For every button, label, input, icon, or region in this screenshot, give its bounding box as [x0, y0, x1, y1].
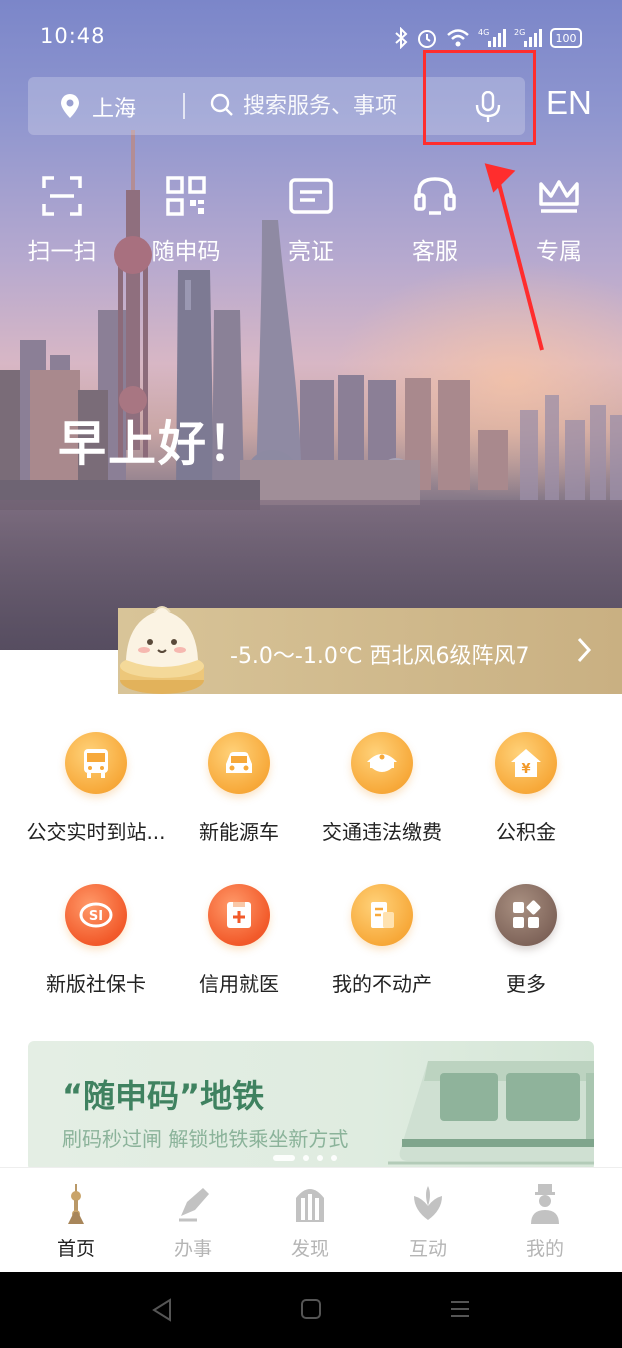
signal-2g-icon: 2G: [514, 28, 542, 47]
wifi-icon: [447, 29, 469, 47]
battery-indicator: 100: [550, 28, 582, 48]
soup-dumpling-mascot: [120, 606, 204, 694]
headset-icon: [414, 177, 456, 215]
chevron-right-icon: [577, 637, 592, 663]
net1-label: 4G: [478, 28, 489, 37]
service-housing-fund[interactable]: ¥ 公积金: [451, 732, 601, 845]
greeting-text: 早上好！: [58, 416, 259, 472]
status-time: 10:48: [40, 24, 106, 48]
quick-action-qr[interactable]: 随申码: [131, 176, 241, 266]
police-cap-icon: [351, 732, 413, 794]
metro-train-illustration: [388, 1061, 594, 1165]
quick-action-label: 客服: [412, 239, 458, 265]
quick-action-scan[interactable]: 扫一扫: [7, 176, 117, 266]
tab-label: 办事: [173, 1238, 212, 1260]
service-more[interactable]: 更多: [451, 884, 601, 997]
quick-action-exclusive[interactable]: 专属: [504, 176, 614, 266]
service-label: 新版社保卡: [46, 972, 146, 996]
pen-icon: [179, 1188, 209, 1222]
tab-label: 我的: [525, 1238, 564, 1260]
signal-4g-icon: 4G: [478, 28, 506, 47]
carousel-dot: [317, 1155, 323, 1161]
bus-icon: [65, 732, 127, 794]
service-new-energy-car[interactable]: 新能源车: [164, 732, 314, 845]
menu-icon[interactable]: [449, 1298, 471, 1320]
search-icon: [210, 93, 233, 116]
svg-text:SI: SI: [89, 909, 103, 924]
home-tower-icon: [68, 1184, 84, 1224]
service-credit-medical[interactable]: 信用就医: [164, 884, 314, 997]
profile-icon: [531, 1184, 559, 1224]
tab-label: 发现: [290, 1238, 329, 1260]
tab-label: 互动: [408, 1238, 447, 1260]
back-icon[interactable]: [150, 1298, 174, 1322]
service-traffic-fine[interactable]: 交通违法缴费: [307, 732, 457, 845]
social-security-icon: SI: [65, 884, 127, 946]
medical-icon: [208, 884, 270, 946]
app-screen: 10:48 4G 2G 100 上海 EN: [0, 0, 622, 1348]
tab-profile[interactable]: 我的: [495, 1184, 595, 1261]
hero-background: 10:48 4G 2G 100 上海 EN: [0, 0, 622, 650]
svg-text:¥: ¥: [521, 762, 530, 777]
tab-discover[interactable]: 发现: [260, 1184, 360, 1261]
net2-label: 2G: [514, 28, 525, 37]
housing-fund-icon: ¥: [495, 732, 557, 794]
carousel-dot: [331, 1155, 337, 1161]
scan-icon: [42, 176, 82, 216]
carousel-indicator: [273, 1155, 337, 1161]
tab-interact[interactable]: 互动: [378, 1184, 478, 1261]
interact-icon: [414, 1186, 442, 1220]
service-label: 我的不动产: [332, 972, 432, 996]
system-navigation-bar: [0, 1272, 622, 1348]
service-bus-arrival[interactable]: 公交实时到站...: [21, 732, 171, 845]
carousel-dot: [303, 1155, 309, 1161]
location-pin-icon[interactable]: [60, 93, 80, 119]
home-icon[interactable]: [300, 1298, 322, 1320]
bluetooth-icon: [395, 27, 408, 49]
banner-subtitle: 刷码秒过闸 解锁地铁乘坐新方式: [62, 1127, 349, 1151]
service-label: 公积金: [496, 820, 556, 844]
more-grid-icon: [495, 884, 557, 946]
quick-action-label: 扫一扫: [27, 239, 97, 265]
weather-text: -5.0～-1.0℃ 西北风6级阵风7: [230, 644, 530, 669]
car-icon: [208, 732, 270, 794]
discover-icon: [296, 1189, 324, 1222]
service-label: 公交实时到站...: [26, 820, 166, 844]
quick-action-label: 亮证: [288, 239, 334, 265]
qr-code-icon: [166, 176, 206, 216]
tab-label: 首页: [56, 1238, 95, 1260]
search-divider: [183, 93, 185, 119]
tab-home[interactable]: 首页: [26, 1184, 126, 1261]
alarm-icon: [418, 30, 436, 48]
status-icons: 4G 2G 100: [394, 24, 582, 52]
bottom-tab-bar: 首页 办事 发现 互动 我的: [0, 1167, 622, 1273]
service-label: 信用就医: [199, 972, 279, 996]
service-label: 更多: [506, 972, 546, 996]
tab-services[interactable]: 办事: [143, 1184, 243, 1261]
crown-icon: [539, 180, 579, 213]
carousel-dot: [273, 1155, 295, 1161]
quick-action-service[interactable]: 客服: [380, 176, 490, 266]
location-selector[interactable]: 上海: [92, 91, 136, 123]
highlight-box: [423, 50, 536, 145]
service-label: 交通违法缴费: [322, 820, 442, 844]
property-icon: [351, 884, 413, 946]
service-my-property[interactable]: 我的不动产: [307, 884, 457, 997]
banner-title: “随申码”地铁: [62, 1077, 265, 1115]
service-label: 新能源车: [199, 820, 279, 844]
id-card-icon: [289, 178, 333, 214]
quick-action-label: 专属: [536, 239, 582, 265]
service-social-security-card[interactable]: SI 新版社保卡: [21, 884, 171, 997]
metro-promo-banner[interactable]: “随申码”地铁 刷码秒过闸 解锁地铁乘坐新方式: [28, 1041, 594, 1171]
quick-action-label: 随申码: [151, 239, 221, 265]
language-en-button[interactable]: EN: [546, 84, 592, 122]
quick-action-id-card[interactable]: 亮证: [256, 176, 366, 266]
